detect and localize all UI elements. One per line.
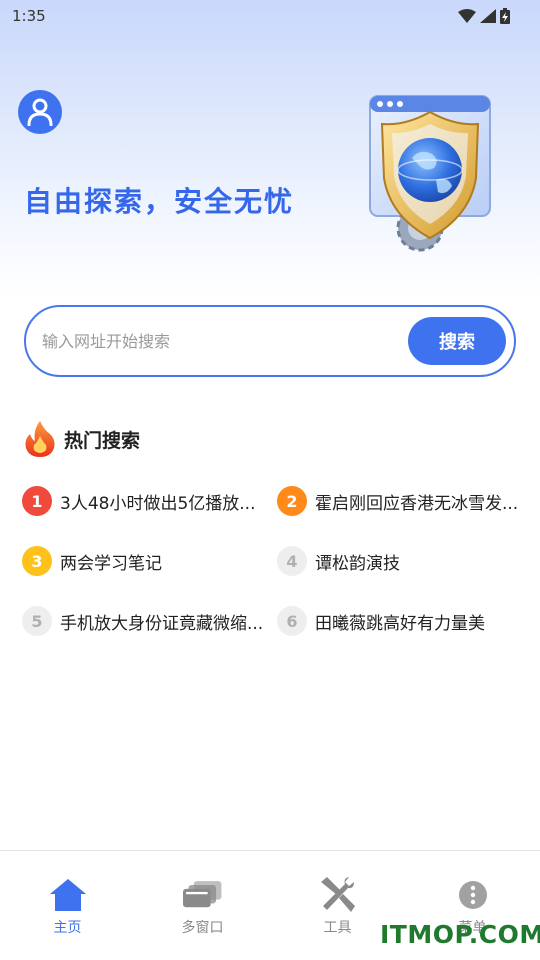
- tab-label: 多窗口: [181, 920, 224, 936]
- tools-icon: [318, 875, 358, 915]
- search-button[interactable]: 搜索: [408, 317, 506, 365]
- hot-search-list: 1 3人48小时做出5亿播放... 2 霍启刚回应香港无冰雪发... 3 两会学…: [22, 486, 522, 636]
- status-icons: [458, 8, 510, 24]
- home-icon: [48, 875, 88, 915]
- status-bar: 1:35: [0, 0, 540, 32]
- hot-search-text: 两会学习笔记: [60, 553, 162, 574]
- tab-windows[interactable]: 多窗口: [153, 875, 253, 960]
- tab-label: 主页: [53, 920, 82, 936]
- rank-badge: 6: [277, 606, 307, 636]
- hot-search-item[interactable]: 2 霍启刚回应香港无冰雪发...: [277, 486, 522, 516]
- hot-search-item[interactable]: 1 3人48小时做出5亿播放...: [22, 486, 277, 516]
- tab-home[interactable]: 主页: [18, 875, 118, 960]
- user-icon: [27, 98, 53, 126]
- hot-search-item[interactable]: 3 两会学习笔记: [22, 546, 277, 576]
- rank-badge: 4: [277, 546, 307, 576]
- fire-icon: [25, 421, 55, 457]
- more-icon: [453, 875, 493, 915]
- search-input[interactable]: [42, 331, 382, 351]
- rank-badge: 2: [277, 486, 307, 516]
- screen: 1:35 自由探索，安全无忧 输入网址开始搜索 搜索 热门搜索 1 3人48小时…: [0, 0, 540, 960]
- rank-badge: 3: [22, 546, 52, 576]
- rank-badge: 5: [22, 606, 52, 636]
- battery-icon: [500, 8, 510, 24]
- hot-search-item[interactable]: 6 田曦薇跳高好有力量美: [277, 606, 522, 636]
- watermark: ITMOP.COM: [380, 920, 540, 949]
- hot-search-text: 3人48小时做出5亿播放...: [60, 493, 256, 514]
- tab-label: 工具: [323, 920, 352, 936]
- wifi-icon: [458, 9, 476, 23]
- hot-search-item[interactable]: 4 谭松韵演技: [277, 546, 522, 576]
- hot-search-text: 霍启刚回应香港无冰雪发...: [315, 493, 519, 514]
- hot-search-text: 谭松韵演技: [315, 553, 400, 574]
- hot-search-item[interactable]: 5 手机放大身份证竟藏微缩...: [22, 606, 277, 636]
- status-time: 1:35: [12, 7, 46, 25]
- hot-search-title: 热门搜索: [64, 429, 141, 452]
- hot-search-text: 手机放大身份证竟藏微缩...: [60, 613, 264, 634]
- rank-badge: 1: [22, 486, 52, 516]
- windows-icon: [182, 875, 223, 915]
- hot-search-header: 热门搜索: [24, 420, 140, 458]
- hero-slogan: 自由探索，安全无忧: [24, 185, 295, 218]
- user-avatar-button[interactable]: [18, 90, 62, 134]
- signal-icon: [480, 9, 496, 23]
- shield-globe-illustration: [369, 95, 491, 252]
- search-bar: 搜索: [24, 305, 516, 377]
- hot-search-text: 田曦薇跳高好有力量美: [315, 613, 485, 634]
- tab-tools[interactable]: 工具: [288, 875, 388, 960]
